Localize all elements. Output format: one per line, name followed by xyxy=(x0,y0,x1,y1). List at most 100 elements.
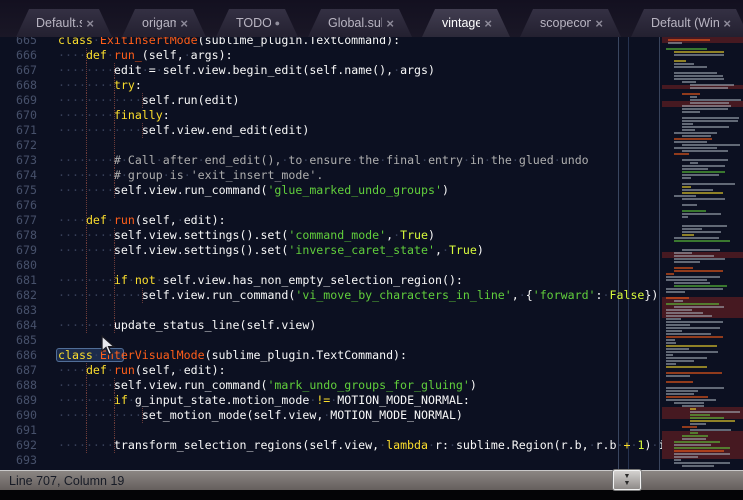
code-line[interactable] xyxy=(58,423,665,438)
minimap-code-bar xyxy=(666,372,722,374)
tab-close-icon[interactable]: × xyxy=(386,17,394,30)
code-view: 6656666676686696706716726736746756766776… xyxy=(0,37,658,468)
minimap-code-bar xyxy=(682,165,725,167)
tab-vintage-py[interactable]: vintage.py× xyxy=(422,9,510,37)
minimap-code-bar xyxy=(682,213,721,215)
code-editor[interactable]: 6656666676686696706716726736746756766776… xyxy=(0,37,743,470)
minimap-code-bar xyxy=(674,456,698,458)
code-line[interactable]: ····def·run(self,·edit): xyxy=(58,213,665,228)
minimap-code-bar xyxy=(682,192,723,194)
indent-guide-line xyxy=(114,423,115,438)
code-lines: class·ExitInsertMode(sublime_plugin.Text… xyxy=(44,37,665,468)
minimap-code-bar xyxy=(666,309,692,311)
minimap-code-bar xyxy=(674,147,717,149)
line-number: 680 xyxy=(0,258,37,273)
code-line[interactable]: ········edit·=·self.view.begin_edit(self… xyxy=(58,63,665,78)
scroll-down-arrow-icon: ▼ xyxy=(624,480,631,487)
code-line[interactable] xyxy=(58,258,665,273)
minimap-code-bar xyxy=(682,204,697,206)
scrollbar-stepper-button[interactable]: ▼▼ xyxy=(613,470,641,490)
minimap-code-bar xyxy=(666,336,723,338)
line-number: 667 xyxy=(0,63,37,78)
minimap-code-bar xyxy=(682,105,731,107)
code-line[interactable]: ········update_status_line(self.view) xyxy=(58,318,665,333)
minimap-code-bar xyxy=(674,300,683,302)
minimap-code-bar xyxy=(674,270,723,272)
tab-close-icon[interactable]: × xyxy=(595,17,603,30)
code-line[interactable]: ········self.view.settings().set('comman… xyxy=(58,228,665,243)
minimap-code-bar xyxy=(674,453,730,455)
minimap-code-bar xyxy=(666,333,711,335)
minimap-code-bar xyxy=(682,123,693,125)
line-number: 670 xyxy=(0,108,37,123)
code-line[interactable]: ········finally: xyxy=(58,108,665,123)
minimap-divider xyxy=(659,37,660,470)
tab-global-sublime[interactable]: Global.sublime × xyxy=(308,9,412,37)
minimap-code-bar xyxy=(674,51,724,53)
tab-todo-txt[interactable]: TODO.txt● xyxy=(216,9,298,37)
minimap-code-bar xyxy=(666,375,690,377)
indent-guide-line xyxy=(86,303,87,318)
code-line[interactable]: class·EnterVisualMode(sublime_plugin.Tex… xyxy=(58,348,665,363)
minimap-code-bar xyxy=(674,132,717,134)
code-line[interactable] xyxy=(58,303,665,318)
minimap[interactable] xyxy=(662,37,743,470)
line-number: 684 xyxy=(0,318,37,333)
minimap-code-bar xyxy=(690,102,729,104)
minimap-code-bar xyxy=(666,351,718,353)
window-bottom-edge xyxy=(0,490,743,500)
indent-guide-line xyxy=(86,138,87,153)
code-line[interactable] xyxy=(58,198,665,213)
minimap-code-bar xyxy=(682,135,711,137)
minimap-code-bar xyxy=(674,240,730,242)
minimap-code-bar xyxy=(690,429,731,431)
tab-close-icon[interactable]: × xyxy=(723,17,731,30)
indent-guide-line xyxy=(114,258,115,273)
tab-origami-py[interactable]: origami.py × xyxy=(122,9,206,37)
tab-label: Global.sublime xyxy=(328,16,382,30)
code-line[interactable] xyxy=(58,453,665,468)
tab-label: origami.py xyxy=(142,16,176,30)
minimap-code-bar xyxy=(674,255,714,257)
line-number: 677 xyxy=(0,213,37,228)
code-line[interactable]: ············self.view.end_edit(edit) xyxy=(58,123,665,138)
code-line[interactable]: ····def·run_(self,·args): xyxy=(58,48,665,63)
minimap-code-bar xyxy=(666,321,723,323)
code-line[interactable]: ········self.view.run_command('glue_mark… xyxy=(58,183,665,198)
line-number: 693 xyxy=(0,453,37,468)
tab-default-sublim[interactable]: Default.sublim× xyxy=(16,9,112,37)
code-line[interactable]: ········transform_selection_regions(self… xyxy=(58,438,665,453)
minimap-code-bar xyxy=(690,420,735,422)
code-line[interactable]: ········self.view.run_command('mark_undo… xyxy=(58,378,665,393)
tab-close-icon[interactable]: × xyxy=(484,17,492,30)
code-line[interactable]: ········#·group·is·'exit_insert_mode'. xyxy=(58,168,665,183)
tab-close-icon[interactable]: × xyxy=(180,17,188,30)
line-number: 671 xyxy=(0,123,37,138)
minimap-code-bar xyxy=(666,390,698,392)
code-line[interactable]: ········if·g_input_state.motion_mode·!=·… xyxy=(58,393,665,408)
minimap-code-bar xyxy=(690,417,724,419)
code-line[interactable]: ········self.view.settings().set('invers… xyxy=(58,243,665,258)
code-line[interactable] xyxy=(58,333,665,348)
code-line[interactable]: ········#·Call·after·end_edit(),·to·ensu… xyxy=(58,153,665,168)
minimap-code-bar xyxy=(682,159,728,161)
minimap-code-bar xyxy=(682,108,728,110)
code-line[interactable]: class·ExitInsertMode(sublime_plugin.Text… xyxy=(58,37,665,48)
minimap-code-bar xyxy=(674,63,694,65)
minimap-code-bar xyxy=(674,141,707,143)
line-number: 666 xyxy=(0,48,37,63)
minimap-code-bar xyxy=(674,462,730,464)
code-line[interactable]: ········if·not·self.view.has_non_empty_s… xyxy=(58,273,665,288)
code-line[interactable]: ····def·run(self,·edit): xyxy=(58,363,665,378)
code-line[interactable]: ············self.view.run_command('vi_mo… xyxy=(58,288,665,303)
minimap-code-bar xyxy=(666,342,676,344)
minimap-code-bar xyxy=(666,381,693,383)
code-line[interactable]: ············self.run(edit) xyxy=(58,93,665,108)
tab-default-windo[interactable]: Default (Windo× xyxy=(631,9,743,37)
code-line[interactable]: ········try: xyxy=(58,78,665,93)
code-line[interactable] xyxy=(58,138,665,153)
code-line[interactable]: ············set_motion_mode(self.view,·M… xyxy=(58,408,665,423)
minimap-code-bar xyxy=(674,450,724,452)
tab-close-icon[interactable]: × xyxy=(86,17,94,30)
tab-scopecommand[interactable]: scopecommand× xyxy=(520,9,621,37)
